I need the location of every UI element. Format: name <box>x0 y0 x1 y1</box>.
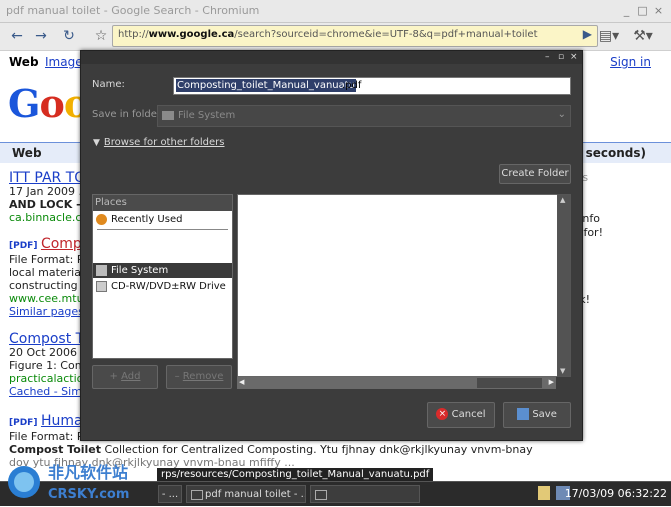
filename-input[interactable]: Composting_toilet_Manual_vanuatu .pdf <box>173 77 571 95</box>
chevron-down-icon: ⌄ <box>557 109 566 120</box>
go-arrow-icon[interactable]: ▶ <box>583 27 592 41</box>
taskbar-item-browser[interactable]: pdf manual toilet - ... <box>186 485 306 503</box>
places-separator <box>97 229 228 230</box>
maximize-button[interactable]: □ <box>636 4 649 17</box>
add-label: Add <box>121 371 141 382</box>
places-panel: Places Recently Used File System CD-RW/D… <box>92 194 233 359</box>
plus-icon: + <box>109 371 122 382</box>
places-item-recently-used[interactable]: Recently Used <box>93 212 232 227</box>
clipboard-icon[interactable] <box>538 486 550 500</box>
crsky-watermark-logo: 非凡软件站 CRSKY.com <box>4 458 156 504</box>
window-title: pdf manual toilet - Google Search - Chro… <box>6 4 260 17</box>
page-menu-icon[interactable]: ▤▾ <box>598 25 620 47</box>
nav-web: Web <box>9 55 39 69</box>
pdf-tag: [PDF] <box>9 241 38 251</box>
triangle-down-icon: ▼ <box>93 138 100 148</box>
filename-selected-text: Composting_toilet_Manual_vanuatu <box>176 79 357 92</box>
wrench-menu-icon[interactable]: ⚒▾ <box>632 25 654 47</box>
browse-folders-expander[interactable]: ▼ Browse for other folders <box>93 137 225 148</box>
browser-toolbar: ← → ↻ ☆ http://www.google.ca/search?sour… <box>0 23 671 51</box>
svg-text:非凡软件站: 非凡软件站 <box>48 463 128 482</box>
clock: 17/03/09 06:32:22 <box>564 487 667 500</box>
scroll-down-icon[interactable]: ▼ <box>560 367 565 375</box>
dialog-maximize-button[interactable]: ▫ <box>558 52 564 62</box>
address-url: http://www.google.ca/search?sourceid=chr… <box>118 29 538 40</box>
signin-link[interactable]: Sign in <box>610 55 651 69</box>
window-icon <box>191 490 203 500</box>
places-item-label: File System <box>111 265 169 276</box>
remove-place-button[interactable]: – Remove <box>166 365 232 389</box>
save-label: Save <box>532 409 557 420</box>
close-button[interactable]: × <box>652 4 665 17</box>
pdf-tag: [PDF] <box>9 418 38 428</box>
taskbar-item-dialog[interactable] <box>310 485 420 503</box>
places-header: Places <box>93 195 232 211</box>
places-item-label: Recently Used <box>111 214 183 225</box>
places-item-label: CD-RW/DVD±RW Drive <box>111 281 226 292</box>
name-label: Name: <box>92 79 125 90</box>
add-place-button[interactable]: + Add <box>92 365 158 389</box>
remove-label: Remove <box>182 371 224 382</box>
svg-text:CRSKY.com: CRSKY.com <box>48 487 129 502</box>
results-bar-label: Web <box>12 146 42 160</box>
file-list[interactable] <box>237 194 558 377</box>
window-icon <box>315 490 327 500</box>
cancel-icon: × <box>436 408 449 420</box>
drive-icon <box>162 111 174 120</box>
save-in-folder-value: File System <box>178 110 236 121</box>
forward-icon[interactable]: → <box>30 25 52 47</box>
google-logo[interactable]: Goo <box>8 81 89 126</box>
dialog-titlebar: – ▫ × <box>81 51 582 64</box>
save-button[interactable]: Save <box>503 402 571 428</box>
places-item-file-system[interactable]: File System <box>93 263 232 278</box>
dialog-minimize-button[interactable]: – <box>545 52 550 62</box>
window-titlebar: pdf manual toilet - Google Search - Chro… <box>0 0 671 23</box>
create-folder-button[interactable]: Create Folder <box>499 164 571 184</box>
minimize-button[interactable]: _ <box>620 4 633 17</box>
cancel-label: Cancel <box>451 409 486 420</box>
cancel-button[interactable]: × Cancel <box>427 402 495 428</box>
result-snippet: Compost Toilet Collection for Centralize… <box>9 443 533 456</box>
save-in-folder-label: Save in folder: <box>92 109 165 120</box>
scroll-up-icon[interactable]: ▲ <box>560 196 565 204</box>
taskbar-item-hidden[interactable]: - ... <box>158 485 182 503</box>
places-item-cd-drive[interactable]: CD-RW/DVD±RW Drive <box>93 279 232 294</box>
cd-drive-icon <box>96 281 107 292</box>
clock-icon <box>96 214 107 225</box>
scroll-left-icon[interactable]: ◀ <box>239 378 244 386</box>
save-in-folder-select[interactable]: File System ⌄ <box>157 105 571 127</box>
file-list-horizontal-scrollbar[interactable]: ◀ ▶ <box>237 377 556 389</box>
harddisk-icon <box>96 265 107 276</box>
taskbar-item-label: pdf manual toilet - ... <box>205 489 306 500</box>
filename-extension: .pdf <box>342 80 362 91</box>
reload-icon[interactable]: ↻ <box>58 25 80 47</box>
dialog-close-button[interactable]: × <box>570 52 578 62</box>
minus-icon: – <box>174 371 183 382</box>
taskbar-item-label: - ... <box>161 489 179 500</box>
address-bar[interactable]: http://www.google.ca/search?sourceid=chr… <box>112 25 598 47</box>
save-icon <box>517 408 530 420</box>
scroll-right-icon[interactable]: ▶ <box>549 378 554 386</box>
browse-folders-label: Browse for other folders <box>103 137 225 148</box>
status-url-tooltip: rps/resources/Composting_toilet_Manual_v… <box>157 468 434 481</box>
scrollbar-thumb[interactable] <box>477 378 542 388</box>
save-file-dialog: – ▫ × Name: Composting_toilet_Manual_van… <box>80 50 583 441</box>
back-icon[interactable]: ← <box>6 25 28 47</box>
file-list-vertical-scrollbar[interactable]: ▲ ▼ <box>557 194 571 377</box>
bookmark-star-icon[interactable]: ☆ <box>90 25 112 47</box>
